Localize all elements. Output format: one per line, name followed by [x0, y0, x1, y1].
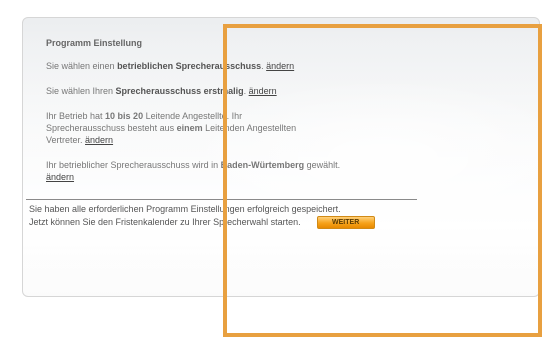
setting-line-employees: Ihr Betrieb hat 10 bis 20 Leitende Anges… — [46, 110, 306, 146]
success-line: Sie haben alle erforderlichen Programm E… — [29, 204, 341, 214]
setting-value: Baden-Würtemberg — [220, 160, 305, 170]
setting-value: einem — [176, 123, 203, 133]
settings-content: Programm Einstellung Sie wählen einen be… — [46, 37, 426, 196]
setting-text: Ihr Betrieb hat — [46, 111, 106, 121]
setting-value: 10 bis 20 — [105, 111, 144, 121]
setting-line-committee-type: Sie wählen einen betrieblichen Sprechera… — [46, 60, 426, 72]
settings-title: Programm Einstellung — [46, 38, 143, 48]
change-link[interactable]: ändern — [46, 172, 74, 182]
weiter-button[interactable]: WEITER — [316, 216, 375, 230]
change-link[interactable]: ändern — [266, 61, 294, 71]
setting-line-first-election: Sie wählen Ihren Sprecherausschuss erstm… — [46, 85, 426, 97]
setting-text: Ihr betrieblicher Sprecherausschuss wird… — [46, 160, 221, 170]
change-link[interactable]: ändern — [249, 86, 277, 96]
setting-text: Sie wählen Ihren — [46, 86, 116, 96]
change-link[interactable]: ändern — [85, 135, 113, 145]
setting-value: betrieblichen Sprecherausschuss — [117, 61, 262, 71]
setting-value: Sprecherausschuss erstmalig — [115, 86, 244, 96]
setting-line-state: Ihr betrieblicher Sprecherausschuss wird… — [46, 159, 346, 183]
divider — [26, 199, 417, 200]
setting-text: Sie wählen einen — [46, 61, 118, 71]
setting-text: gewählt. — [304, 160, 341, 170]
success-line-start: Jetzt können Sie den Fristenkalender zu … — [29, 216, 429, 230]
success-text: Jetzt können Sie den Fristenkalender zu … — [29, 217, 301, 227]
success-message: Sie haben alle erforderlichen Programm E… — [29, 203, 429, 230]
